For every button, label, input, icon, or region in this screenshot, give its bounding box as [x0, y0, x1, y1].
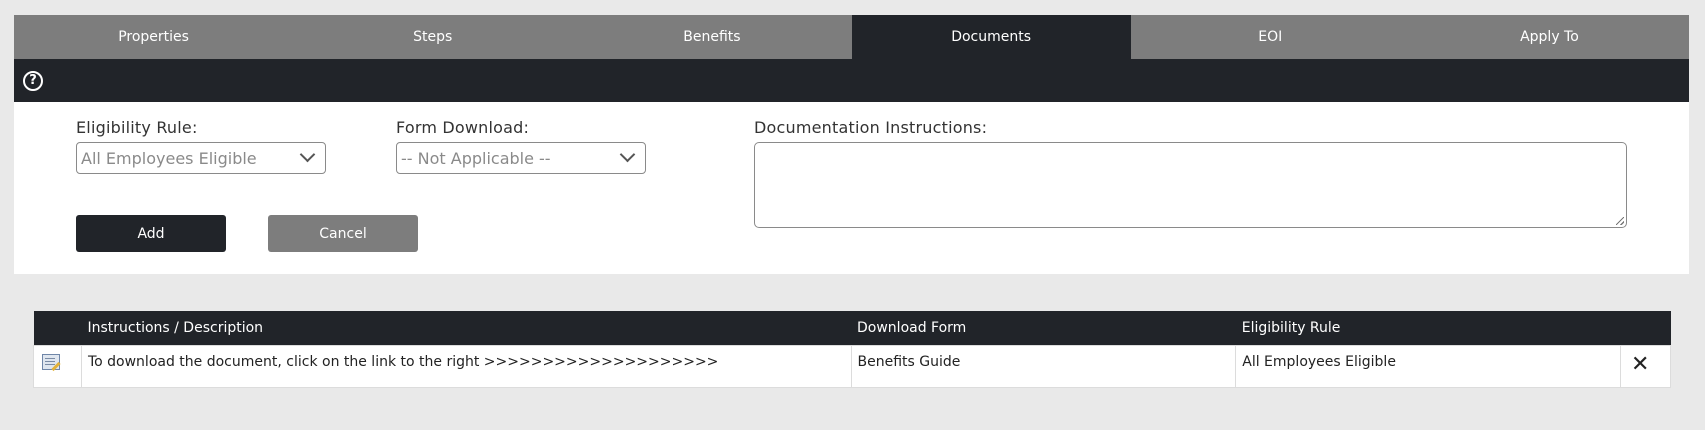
documents-table: Instructions / Description Download Form… [33, 311, 1672, 388]
tab-apply-to[interactable]: Apply To [1410, 15, 1689, 59]
eligibility-rule-select[interactable]: All Employees Eligible [76, 142, 326, 174]
document-form: Eligibility Rule: All Employees Eligible… [14, 102, 1689, 274]
form-download-select[interactable]: -- Not Applicable -- [396, 142, 646, 174]
chevron-down-icon [299, 146, 316, 163]
add-button[interactable]: Add [76, 215, 226, 252]
chevron-down-icon [619, 146, 636, 163]
resize-grip-icon[interactable] [1616, 217, 1624, 225]
documentation-instructions-label: Documentation Instructions: [754, 118, 988, 137]
eligibility-rule-value: All Employees Eligible [81, 148, 257, 168]
tab-eoi[interactable]: EOI [1131, 15, 1410, 59]
delete-x-icon[interactable]: ✕ [1631, 352, 1649, 377]
cancel-button[interactable]: Cancel [268, 215, 418, 252]
form-download-label: Form Download: [396, 118, 530, 137]
download-form-cell[interactable]: Benefits Guide [850, 345, 1237, 388]
edit-cell [33, 345, 82, 388]
table-header-row: Instructions / Description Download Form… [33, 311, 1671, 346]
column-header-eligibility-rule: Eligibility Rule [1235, 311, 1621, 346]
column-header-delete [1620, 311, 1671, 346]
tab-steps[interactable]: Steps [293, 15, 572, 59]
help-bar: ? [14, 59, 1689, 102]
form-download-value: -- Not Applicable -- [401, 148, 551, 168]
eligibility-rule-label: Eligibility Rule: [76, 118, 198, 137]
documentation-instructions-textarea[interactable] [754, 142, 1627, 228]
table-row: To download the document, click on the l… [33, 345, 1672, 388]
help-circle-icon[interactable]: ? [23, 70, 43, 91]
tab-benefits[interactable]: Benefits [572, 15, 851, 59]
tab-properties[interactable]: Properties [14, 15, 293, 59]
column-header-edit [33, 311, 82, 346]
tab-bar: Properties Steps Benefits Documents EOI … [14, 15, 1689, 59]
description-cell: To download the document, click on the l… [80, 345, 852, 388]
delete-cell: ✕ [1619, 345, 1672, 388]
document-editor: Properties Steps Benefits Documents EOI … [14, 15, 1689, 274]
eligibility-rule-cell: All Employees Eligible [1235, 345, 1621, 388]
edit-document-icon[interactable] [42, 354, 60, 370]
tab-documents[interactable]: Documents [851, 15, 1131, 59]
column-header-description: Instructions / Description [81, 311, 852, 346]
column-header-download-form: Download Form [851, 311, 1236, 346]
